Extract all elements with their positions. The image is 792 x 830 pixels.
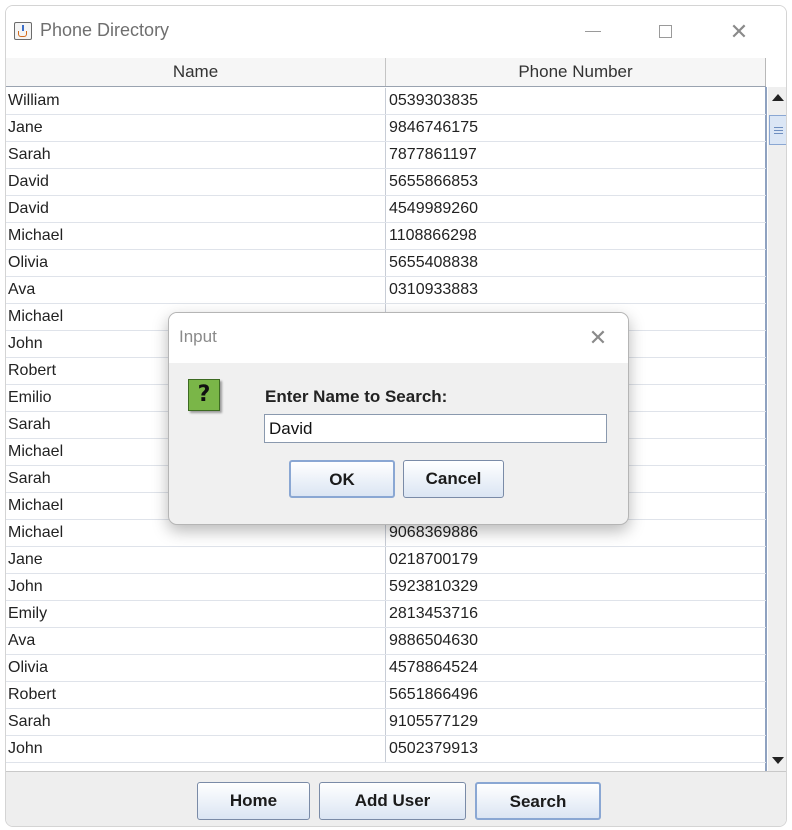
- close-icon: ✕: [729, 19, 749, 44]
- close-button[interactable]: ✕: [719, 18, 759, 46]
- table-row[interactable]: William 0539303835: [6, 88, 766, 115]
- vertical-scrollbar[interactable]: [768, 87, 786, 771]
- search-prompt-label: Enter Name to Search:: [265, 387, 448, 406]
- maximize-button[interactable]: [646, 18, 686, 46]
- table-row[interactable]: Ava 9886504630: [6, 628, 766, 655]
- phone-cell[interactable]: 0310933883: [387, 277, 765, 303]
- phone-cell[interactable]: 5655408838: [387, 250, 765, 276]
- home-button[interactable]: Home: [197, 782, 310, 820]
- ok-button[interactable]: OK: [289, 460, 395, 498]
- window-title: Phone Directory: [40, 20, 170, 40]
- table-row[interactable]: Olivia 5655408838: [6, 250, 766, 277]
- java-app-icon: [14, 22, 32, 40]
- close-icon: ✕: [588, 325, 608, 350]
- name-cell[interactable]: David: [6, 196, 386, 222]
- title-bar: Phone Directory ✕: [6, 6, 786, 58]
- search-button[interactable]: Search: [475, 782, 601, 820]
- table-row[interactable]: Sarah 9105577129: [6, 709, 766, 736]
- scrollbar-thumb[interactable]: [769, 115, 786, 145]
- maximize-icon: [659, 25, 672, 38]
- name-cell[interactable]: Sarah: [6, 709, 386, 735]
- scroll-up-arrow-icon[interactable]: [768, 87, 786, 107]
- table-row[interactable]: Olivia 4578864524: [6, 655, 766, 682]
- phone-cell[interactable]: 0539303835: [387, 88, 765, 114]
- phone-cell[interactable]: 0502379913: [387, 736, 765, 762]
- cancel-button[interactable]: Cancel: [403, 460, 504, 498]
- phone-cell[interactable]: 9846746175: [387, 115, 765, 141]
- table-row[interactable]: Ava 0310933883: [6, 277, 766, 304]
- table-row[interactable]: David 4549989260: [6, 196, 766, 223]
- table-row[interactable]: John 5923810329: [6, 574, 766, 601]
- button-bar: Home Add User Search: [6, 771, 786, 826]
- name-cell[interactable]: Olivia: [6, 655, 386, 681]
- name-cell[interactable]: David: [6, 169, 386, 195]
- phone-cell[interactable]: 9886504630: [387, 628, 765, 654]
- name-cell[interactable]: Robert: [6, 682, 386, 708]
- name-cell[interactable]: Jane: [6, 115, 386, 141]
- name-cell[interactable]: William: [6, 88, 386, 114]
- name-cell[interactable]: Michael: [6, 223, 386, 249]
- phone-cell[interactable]: 1108866298: [387, 223, 765, 249]
- phone-cell[interactable]: 4578864524: [387, 655, 765, 681]
- phone-cell[interactable]: 7877861197: [387, 142, 765, 168]
- table-row[interactable]: Jane 0218700179: [6, 547, 766, 574]
- name-cell[interactable]: Emily: [6, 601, 386, 627]
- question-icon: ?: [188, 379, 220, 411]
- column-header-phone[interactable]: Phone Number: [386, 58, 766, 86]
- table-row[interactable]: Michael 1108866298: [6, 223, 766, 250]
- table-row[interactable]: Robert 5651866496: [6, 682, 766, 709]
- phone-cell[interactable]: 5923810329: [387, 574, 765, 600]
- name-cell[interactable]: John: [6, 736, 386, 762]
- add-user-button[interactable]: Add User: [319, 782, 466, 820]
- name-cell[interactable]: Sarah: [6, 142, 386, 168]
- phone-cell[interactable]: 0218700179: [387, 547, 765, 573]
- dialog-title-bar: Input ✕: [169, 313, 628, 363]
- name-cell[interactable]: Olivia: [6, 250, 386, 276]
- table-row[interactable]: David 5655866853: [6, 169, 766, 196]
- name-cell[interactable]: John: [6, 574, 386, 600]
- scroll-down-arrow-icon[interactable]: [768, 751, 786, 771]
- table-row[interactable]: Sarah 7877861197: [6, 142, 766, 169]
- dialog-title: Input: [179, 327, 217, 346]
- minimize-icon: [585, 31, 601, 32]
- dialog-close-button[interactable]: ✕: [583, 323, 613, 353]
- table-header: Name Phone Number: [6, 58, 766, 87]
- column-header-name[interactable]: Name: [6, 58, 386, 86]
- name-cell[interactable]: Jane: [6, 547, 386, 573]
- name-cell[interactable]: Ava: [6, 628, 386, 654]
- phone-cell[interactable]: 5655866853: [387, 169, 765, 195]
- input-dialog: Input ✕ ? Enter Name to Search: OK Cance…: [168, 312, 629, 525]
- search-name-input[interactable]: [264, 414, 607, 443]
- table-row[interactable]: John 0502379913: [6, 736, 766, 763]
- phone-cell[interactable]: 4549989260: [387, 196, 765, 222]
- name-cell[interactable]: Ava: [6, 277, 386, 303]
- phone-cell[interactable]: 9105577129: [387, 709, 765, 735]
- phone-cell[interactable]: 2813453716: [387, 601, 765, 627]
- table-row[interactable]: Emily 2813453716: [6, 601, 766, 628]
- minimize-button[interactable]: [573, 18, 613, 46]
- phone-cell[interactable]: 5651866496: [387, 682, 765, 708]
- table-row[interactable]: Jane 9846746175: [6, 115, 766, 142]
